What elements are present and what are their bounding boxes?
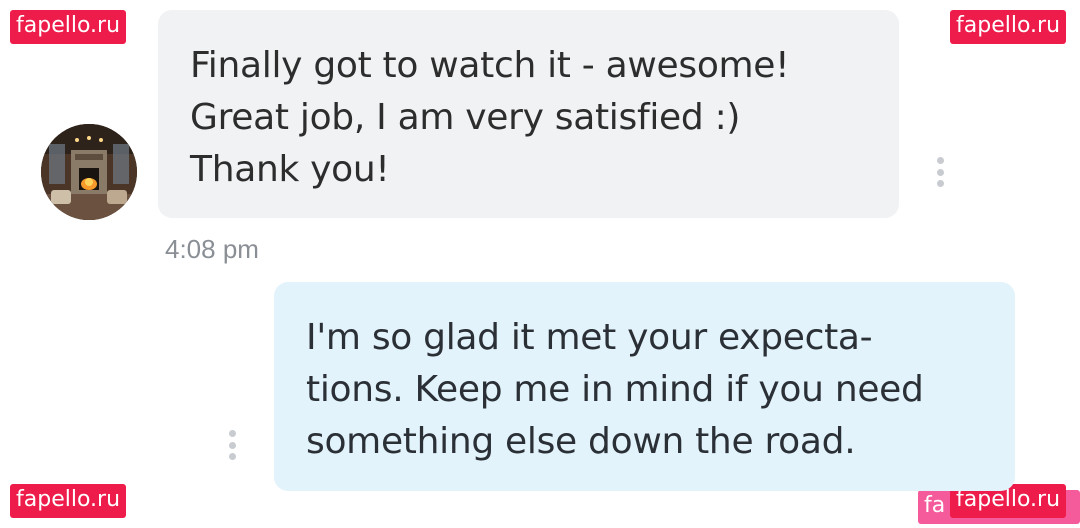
fireplace-avatar-image — [41, 124, 137, 220]
message-text-line: Finally got to watch it - awesome! — [190, 45, 790, 86]
incoming-message-bubble[interactable]: Finally got to watch it - awesome! Great… — [158, 10, 899, 218]
watermark-bottom-left: fapello.ru — [10, 484, 127, 518]
message-text-line: something else down the road. — [306, 421, 856, 462]
outgoing-message-more-icon[interactable] — [225, 428, 239, 462]
message-text-line: Thank you! — [190, 149, 390, 190]
message-text-line: Great job, I am very satisfied :) — [190, 97, 741, 138]
message-text-line: tions. Keep me in mind if you need — [306, 369, 924, 410]
message-text-line: I'm so glad it met your expecta- — [306, 317, 873, 358]
message-timestamp: 4:08 pm — [165, 234, 259, 264]
sender-avatar[interactable] — [41, 124, 137, 220]
incoming-message-more-icon[interactable] — [933, 155, 947, 189]
watermark-top-left: fapello.ru — [10, 10, 127, 44]
watermark-top-right: fapello.ru — [950, 10, 1067, 44]
outgoing-message-bubble[interactable]: I'm so glad it met your expecta- tions. … — [274, 282, 1015, 491]
